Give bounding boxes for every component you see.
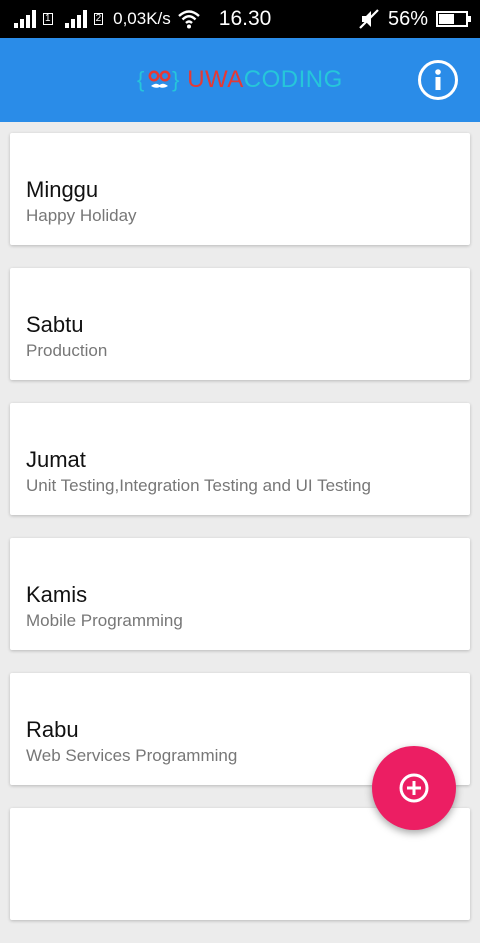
svg-text:{: { [137,67,145,92]
sim-2-icon: 2 [93,13,104,25]
wifi-icon [177,10,200,29]
schedule-card[interactable]: Kamis Mobile Programming [10,538,470,650]
signal-icon [64,10,87,28]
day-title: Jumat [26,447,86,472]
day-title: Kamis [26,582,88,607]
schedule-card[interactable]: Jumat Unit Testing,Integration Testing a… [10,403,470,515]
schedule-card[interactable]: Sabtu Production [10,268,470,380]
logo-text-coding: CODING [243,66,343,93]
logo-text-uwa: UWA [187,66,244,93]
battery-percent: 56% [387,7,428,30]
battery-icon [436,11,471,27]
app-bar: { } UWACODING [0,38,480,122]
schedule-card[interactable]: Minggu Happy Holiday [10,133,470,245]
info-button[interactable] [418,60,458,100]
logo-mark-icon: { } [137,67,180,92]
signal-icon [14,10,36,28]
info-icon [435,69,441,90]
subject-text: Production [26,341,108,360]
subject-text: Happy Holiday [26,206,137,225]
svg-text:}: } [172,67,180,92]
network-speed: 0,03K/s [113,9,171,28]
add-circle-icon [399,773,429,803]
day-title: Rabu [26,717,79,742]
clock: 16.30 [218,7,272,30]
mute-icon [359,9,379,29]
sim-1-icon: 1 [43,13,53,25]
subject-text: Unit Testing,Integration Testing and UI … [26,476,371,495]
status-bar: 1 2 0,03K/s 16.30 56% [0,0,480,38]
add-schedule-button[interactable] [372,746,456,830]
app-logo: { } UWACODING [137,66,343,94]
day-title: Sabtu [26,312,84,337]
day-title: Minggu [26,177,99,202]
subject-text: Mobile Programming [26,611,183,630]
